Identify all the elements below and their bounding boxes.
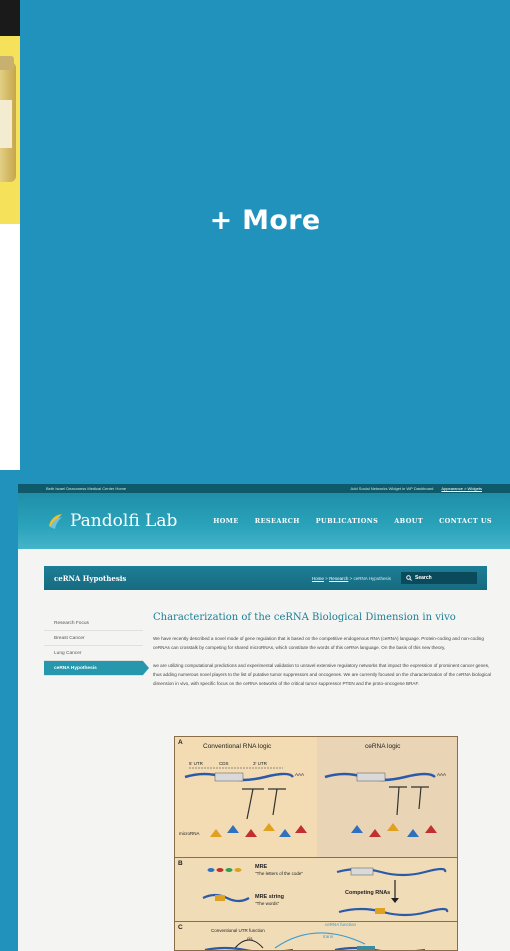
website-screenshot[interactable]: Beth Israel Deaconess Medical Center Hom… xyxy=(18,484,510,951)
article: Characterization of the ceRNA Biological… xyxy=(153,612,491,697)
panel-c-drawing xyxy=(204,932,425,950)
search-box[interactable]: Search xyxy=(401,572,477,584)
article-paragraph-1: We have recently described a novel mode … xyxy=(153,636,484,650)
panel-b-drawing xyxy=(202,867,449,917)
cerna-figure: A Conventional RNA logic ceRNA logic 5' … xyxy=(174,736,458,951)
previous-card-image xyxy=(0,36,20,224)
previous-card-sliver[interactable] xyxy=(0,0,20,470)
figure-panel-c: C Conventional UTR function cis ceRNA fu… xyxy=(175,921,457,950)
sidebar-nav: Research Focus Breast Cancer Lung Cancer… xyxy=(44,616,149,676)
breadcrumb-current: ceRNA Hypothesis xyxy=(353,575,391,581)
nav-about[interactable]: ABOUT xyxy=(394,517,423,525)
article-heading: Characterization of the ceRNA Biological… xyxy=(153,612,456,623)
figure-panel-a: A Conventional RNA logic ceRNA logic 5' … xyxy=(175,737,457,857)
page: + More Beth Israel Deaconess Medical Cen… xyxy=(0,0,510,951)
nav-research[interactable]: RESEARCH xyxy=(255,517,300,525)
search-label: Search xyxy=(415,575,432,581)
nav-publications[interactable]: PUBLICATIONS xyxy=(316,517,379,525)
sidebar-item-breast-cancer[interactable]: Breast Cancer xyxy=(44,631,143,646)
site-logo[interactable]: Pandolfi Lab xyxy=(46,511,177,531)
topbar-widget-note: Add Social Networks Widget in WP Dashboa… xyxy=(350,486,434,491)
nav-home[interactable]: HOME xyxy=(213,517,239,525)
panel-a-drawing xyxy=(184,767,437,837)
logo-text: Pandolfi Lab xyxy=(70,511,178,531)
breadcrumb-research[interactable]: Research xyxy=(329,576,348,581)
page-title: ceRNA Hypothesis xyxy=(54,573,127,583)
page-title-bar: ceRNA Hypothesis Home > Research > ceRNA… xyxy=(44,566,487,590)
topbar-home-link[interactable]: Beth Israel Deaconess Medical Center Hom… xyxy=(46,484,126,493)
figure-panel-b: B MRE "The letters of the code" MRE stri… xyxy=(175,857,457,921)
topbar-widgets-link[interactable]: Appearance > Widgets xyxy=(441,484,482,493)
jar-label xyxy=(0,100,12,148)
nav-contact[interactable]: CONTACT US xyxy=(439,517,492,525)
search-icon xyxy=(406,575,412,581)
logo-mark-icon xyxy=(49,514,62,529)
sidebar-item-lung-cancer[interactable]: Lung Cancer xyxy=(44,646,143,661)
previous-card-header xyxy=(0,0,20,36)
article-paragraph-2: we are utilizing computational predictio… xyxy=(153,663,492,686)
sidebar-item-cerna-hypothesis[interactable]: ceRNA Hypothesis xyxy=(44,661,149,676)
sidebar-item-research-focus[interactable]: Research Focus xyxy=(44,616,143,631)
site-header: Pandolfi Lab HOME RESEARCH PUBLICATIONS … xyxy=(18,493,510,549)
jar-image xyxy=(0,56,16,182)
more-label: + More xyxy=(209,204,321,236)
main-nav: HOME RESEARCH PUBLICATIONS ABOUT CONTACT… xyxy=(213,517,492,525)
site-topbar: Beth Israel Deaconess Medical Center Hom… xyxy=(18,484,510,493)
breadcrumb-home[interactable]: Home xyxy=(312,576,324,581)
breadcrumb: Home > Research > ceRNA Hypothesis xyxy=(312,576,391,581)
jar-lid xyxy=(0,56,14,70)
more-tile[interactable]: + More xyxy=(20,0,510,470)
topbar-right: Add Social Networks Widget in WP Dashboa… xyxy=(351,484,482,493)
